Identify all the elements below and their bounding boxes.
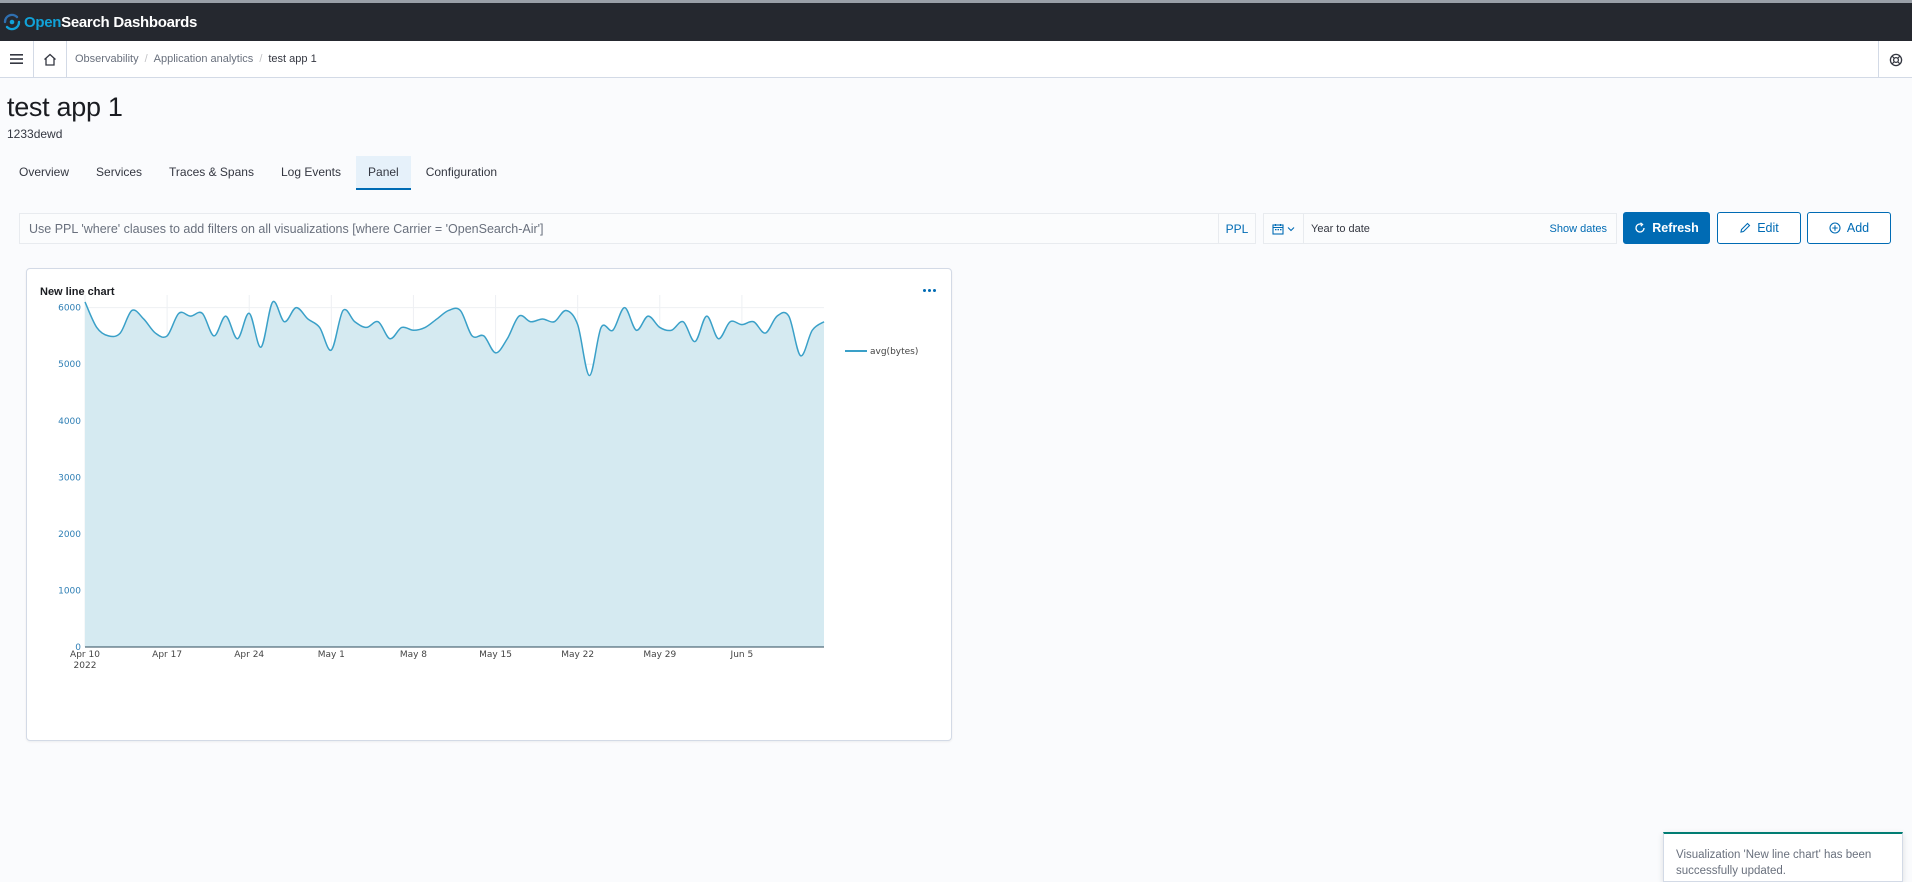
x-tick-label: May 8 [400, 650, 427, 660]
x-tick-label: 2022 [74, 661, 97, 671]
refresh-label: Refresh [1652, 221, 1699, 235]
ppl-filter-input[interactable] [20, 214, 1218, 243]
breadcrumb: Observability / Application analytics / … [75, 53, 317, 65]
x-tick-label: May 22 [561, 650, 594, 660]
page-title: test app 1 [7, 92, 123, 122]
y-tick-label: 1000 [58, 586, 81, 596]
x-tick-label: May 1 [318, 650, 345, 660]
edit-button[interactable]: Edit [1717, 212, 1801, 244]
tab-configuration[interactable]: Configuration [414, 156, 509, 190]
visualization-panel: New line chart 0 1000 2000 3000 4000 5000 6000… [26, 268, 952, 741]
edit-label: Edit [1757, 221, 1779, 235]
tab-panel[interactable]: Panel [356, 156, 411, 190]
tab-bar: Overview Services Traces & Spans Log Eve… [7, 156, 512, 190]
x-tick-label: May 29 [643, 650, 676, 660]
opensearch-logo[interactable]: OpenSearch Dashboards [3, 13, 197, 31]
x-tick-label: Apr 24 [234, 650, 264, 660]
toast-message: Visualization 'New line chart' has been … [1676, 849, 1872, 877]
hamburger-icon [9, 54, 23, 64]
date-range-display[interactable]: Year to date [1304, 223, 1550, 235]
breadcrumb-current: test app 1 [268, 53, 317, 65]
x-tick-label: Apr 10 [70, 650, 100, 660]
x-tick-label: Apr 17 [152, 650, 182, 660]
tab-services[interactable]: Services [84, 156, 154, 190]
tab-log-events[interactable]: Log Events [269, 156, 353, 190]
y-tick-label: 2000 [58, 530, 81, 540]
opensearch-logo-icon [3, 13, 21, 31]
home-button[interactable] [34, 40, 67, 78]
y-tick-label: 4000 [58, 417, 81, 427]
breadcrumb-bar: Observability / Application analytics / … [0, 40, 1912, 78]
breadcrumb-separator: / [144, 53, 148, 65]
series-area-avg-bytes [85, 301, 824, 647]
plus-circle-icon [1829, 222, 1841, 234]
date-picker: Year to date Show dates [1263, 213, 1617, 244]
line-chart: 0100020003000400050006000Apr 102022Apr 1… [58, 295, 918, 671]
breadcrumb-separator: / [259, 53, 263, 65]
page-subtitle: 1233dewd [7, 127, 63, 141]
refresh-icon [1635, 222, 1645, 233]
quick-date-menu-button[interactable] [1264, 214, 1304, 243]
breadcrumb-application-analytics[interactable]: Application analytics [154, 53, 254, 65]
help-lifebuoy-icon [1889, 53, 1902, 66]
x-tick-label: Jun 5 [730, 650, 754, 660]
pencil-icon [1740, 222, 1751, 233]
help-button[interactable] [1878, 41, 1912, 78]
top-header: OpenSearch Dashboards [0, 0, 1912, 41]
menu-button[interactable] [0, 40, 34, 78]
logo-text: OpenSearch Dashboards [24, 13, 198, 31]
breadcrumb-observability[interactable]: Observability [75, 53, 139, 65]
add-label: Add [1846, 221, 1870, 235]
tab-overview[interactable]: Overview [7, 156, 81, 190]
ppl-language-button[interactable]: PPL [1218, 214, 1255, 243]
y-tick-label: 5000 [58, 360, 81, 370]
calendar-icon [1272, 223, 1284, 235]
add-button[interactable]: Add [1807, 212, 1891, 244]
chevron-down-icon [1287, 226, 1295, 231]
y-tick-label: 3000 [58, 473, 81, 483]
show-dates-link[interactable]: Show dates [1550, 223, 1607, 235]
tab-traces-spans[interactable]: Traces & Spans [157, 156, 266, 190]
x-tick-label: May 15 [479, 650, 512, 660]
ppl-filter-bar: PPL [19, 213, 1256, 244]
home-icon [44, 53, 56, 66]
refresh-button[interactable]: Refresh [1623, 212, 1710, 244]
y-tick-label: 6000 [58, 304, 81, 314]
success-toast: Visualization 'New line chart' has been … [1663, 832, 1903, 882]
legend-label: avg(bytes) [870, 347, 918, 357]
